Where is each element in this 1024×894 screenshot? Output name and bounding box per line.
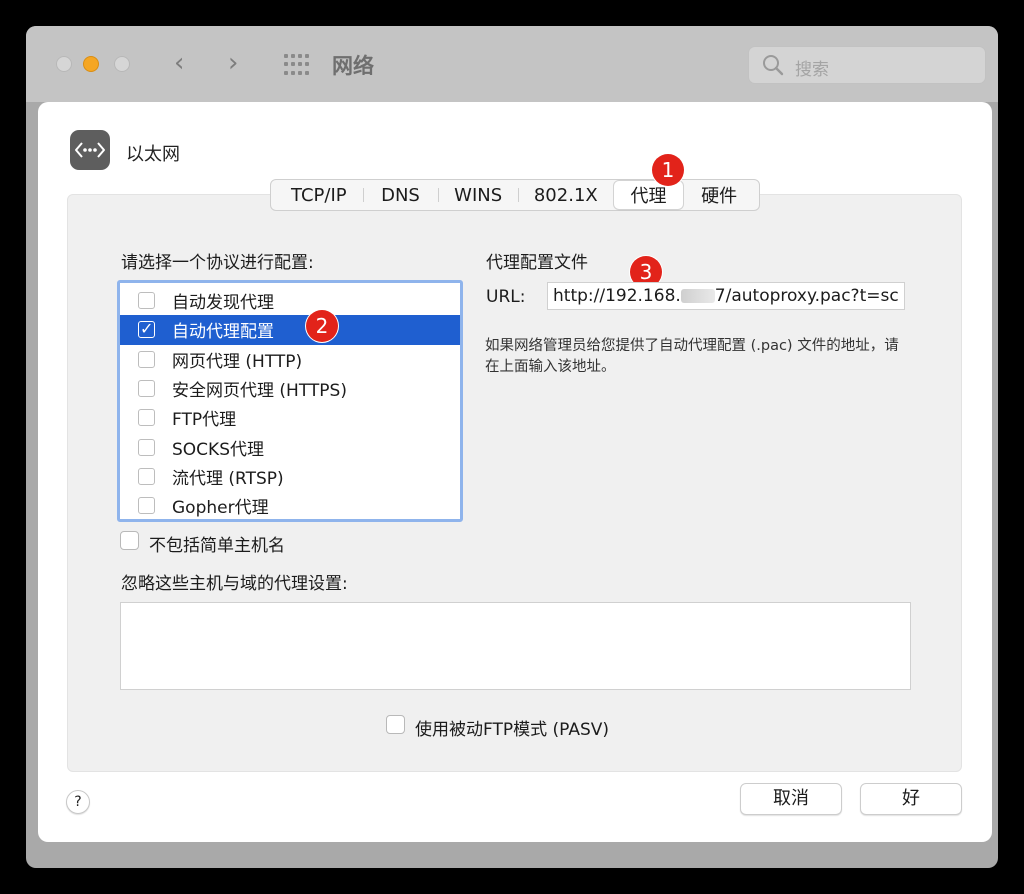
passive-ftp-label: 使用被动FTP模式 (PASV): [415, 720, 609, 740]
protocol-list-heading: 请选择一个协议进行配置:: [121, 253, 314, 273]
bypass-heading: 忽略这些主机与域的代理设置:: [121, 574, 348, 594]
pac-description: 如果网络管理员给您提供了自动代理配置 (.pac) 文件的地址，请在上面输入该地…: [485, 338, 899, 375]
protocol-label: 自动代理配置: [172, 322, 274, 343]
exclude-simple-hostnames-label: 不包括简单主机名: [149, 536, 285, 556]
checkbox[interactable]: [138, 409, 155, 427]
url-label: URL:: [486, 287, 526, 307]
show-all-grid-icon[interactable]: [284, 54, 310, 76]
bypass-hosts-textarea[interactable]: [120, 602, 911, 690]
tab-dns[interactable]: DNS: [362, 181, 439, 209]
protocol-label: FTP代理: [172, 410, 237, 431]
checkbox[interactable]: [138, 438, 155, 456]
protocol-label: 网页代理 (HTTP): [172, 351, 303, 372]
passive-ftp-checkbox[interactable]: [386, 715, 405, 734]
window-title: 网络: [332, 54, 374, 78]
minimize-button[interactable]: [83, 56, 99, 72]
protocol-label: 自动发现代理: [172, 293, 274, 314]
proxy-settings-sheet: 以太网 TCP/IP DNS WINS 802.1X 代理 硬件 1 请选择一个…: [38, 102, 992, 842]
protocol-label: 流代理 (RTSP): [172, 468, 284, 489]
pac-url-input[interactable]: http://192.168. 7/autoproxy.pac?t=sc: [547, 282, 905, 310]
url-prefix: http://192.168.: [553, 286, 681, 306]
checkbox[interactable]: [138, 380, 155, 398]
interface-name: 以太网: [126, 144, 180, 165]
close-button[interactable]: [56, 56, 72, 72]
annotation-badge-2: 2: [306, 310, 338, 342]
search-placeholder: 搜索: [795, 60, 829, 80]
tab-8021x[interactable]: 802.1X: [518, 181, 614, 209]
checkbox-checked[interactable]: [138, 319, 155, 339]
protocol-list[interactable]: 自动发现代理 自动代理配置 网页代理 (HTTP) 安全网页代理 (HTTPS)…: [117, 280, 463, 522]
protocol-row-rtsp[interactable]: 流代理 (RTSP): [120, 462, 460, 491]
ok-button[interactable]: 好: [860, 783, 962, 815]
tab-hardware[interactable]: 硬件: [683, 181, 755, 209]
protocol-row-gopher[interactable]: Gopher代理: [120, 491, 460, 520]
protocol-label: 安全网页代理 (HTTPS): [172, 381, 347, 402]
checkbox[interactable]: [138, 467, 155, 485]
protocol-row-https[interactable]: 安全网页代理 (HTTPS): [120, 374, 460, 403]
protocol-label: SOCKS代理: [172, 439, 264, 460]
back-chevron-icon[interactable]: ‹: [174, 48, 184, 78]
protocol-row-ftp[interactable]: FTP代理: [120, 403, 460, 432]
tab-bar: TCP/IP DNS WINS 802.1X 代理 硬件: [270, 179, 760, 211]
protocol-row-auto-discovery[interactable]: 自动发现代理: [120, 286, 460, 315]
redacted-blur: [680, 289, 715, 303]
checkbox[interactable]: [138, 292, 155, 310]
ethernet-icon: [70, 130, 110, 170]
protocol-row-socks[interactable]: SOCKS代理: [120, 432, 460, 461]
protocol-row-auto-proxy-config[interactable]: 自动代理配置: [120, 315, 460, 345]
checkbox[interactable]: [138, 350, 155, 368]
search-field[interactable]: 搜索: [748, 46, 986, 84]
exclude-simple-hostnames-checkbox[interactable]: [120, 531, 139, 550]
annotation-badge-1: 1: [652, 154, 684, 186]
protocol-row-http[interactable]: 网页代理 (HTTP): [120, 345, 460, 374]
cancel-button[interactable]: 取消: [740, 783, 842, 815]
zoom-button[interactable]: [114, 56, 130, 72]
tab-wins[interactable]: WINS: [438, 181, 518, 209]
search-icon: [763, 55, 784, 76]
tab-tcpip[interactable]: TCP/IP: [275, 181, 363, 209]
protocol-label: Gopher代理: [172, 498, 269, 519]
forward-chevron-icon[interactable]: ›: [228, 48, 238, 78]
help-button[interactable]: ?: [66, 790, 90, 814]
pac-file-heading: 代理配置文件: [486, 253, 588, 273]
url-suffix: 7/autoproxy.pac?t=sc: [714, 286, 899, 306]
checkbox[interactable]: [138, 497, 155, 515]
title-bar: ‹ › 网络 搜索: [26, 26, 998, 102]
